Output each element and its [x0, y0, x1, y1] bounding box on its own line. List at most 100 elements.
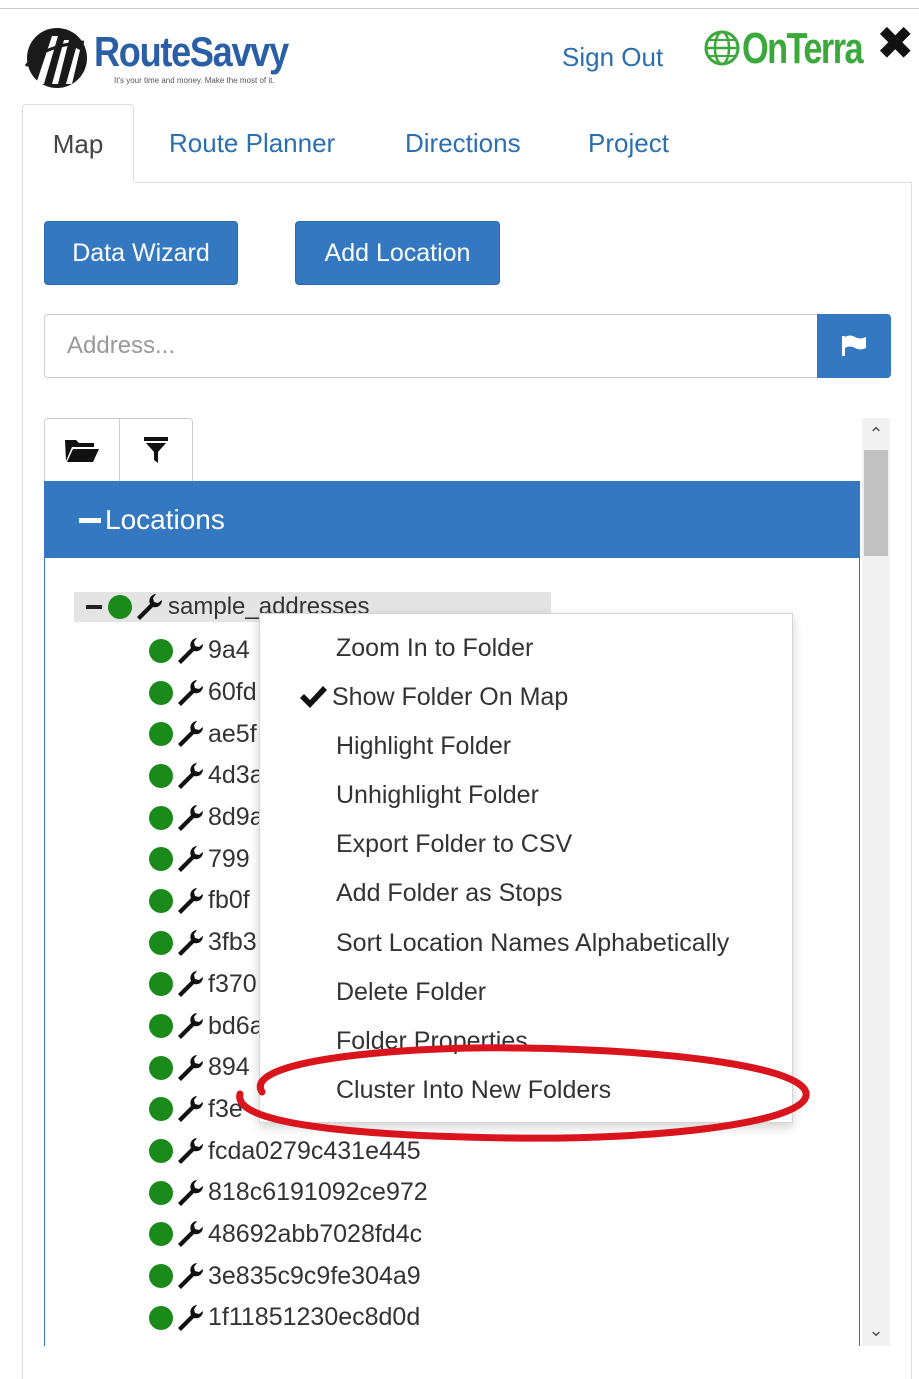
status-dot-icon	[149, 763, 173, 788]
status-dot-icon	[149, 1055, 173, 1080]
status-dot-icon	[149, 1139, 173, 1164]
routesavvy-logo-icon	[24, 28, 87, 88]
scrollbar[interactable]: ⌃ ⌄	[862, 418, 890, 1346]
close-icon[interactable]: ✖	[876, 20, 915, 66]
open-folder-button[interactable]	[45, 419, 119, 481]
menu-item-highlight-folder[interactable]: Highlight Folder	[260, 722, 792, 771]
status-dot-icon	[108, 595, 132, 619]
wrench-icon[interactable]	[175, 1136, 205, 1166]
status-dot-icon	[149, 1222, 173, 1247]
locations-title: Locations	[105, 504, 225, 535]
address-input[interactable]	[44, 314, 818, 378]
wrench-icon[interactable]	[175, 719, 205, 749]
filter-icon	[143, 437, 168, 463]
tab-project[interactable]: Project	[588, 104, 669, 183]
globe-icon	[704, 30, 740, 66]
menu-item-label: Cluster Into New Folders	[336, 1076, 612, 1104]
wrench-icon[interactable]	[175, 886, 205, 916]
menu-item-delete-folder[interactable]: Delete Folder	[260, 968, 792, 1017]
wrench-icon[interactable]	[175, 1053, 205, 1083]
menu-item-label: Add Folder as Stops	[336, 879, 563, 907]
location-name: 60fd	[208, 678, 257, 707]
menu-item-export-folder-to-csv[interactable]: Export Folder to CSV	[260, 820, 792, 869]
check-icon	[300, 686, 327, 708]
menu-item-unhighlight-folder[interactable]: Unhighlight Folder	[260, 771, 792, 820]
locations-header[interactable]: Locations	[45, 482, 859, 558]
location-name: 3fb3	[208, 928, 257, 957]
location-name: 3e835c9c9fe304a9	[208, 1261, 421, 1290]
location-name: 9a4	[208, 636, 250, 665]
location-name: 48692abb7028fd4c	[208, 1219, 423, 1248]
logo-name: RouteSavvy	[94, 28, 289, 75]
menu-item-label: Folder Properties	[336, 1027, 528, 1055]
chevron-down-icon[interactable]: ⌄	[862, 1316, 890, 1344]
wrench-icon[interactable]	[175, 1261, 205, 1291]
wrench-icon[interactable]	[175, 844, 205, 874]
wrench-icon[interactable]	[175, 1303, 205, 1333]
location-name: fb0f	[208, 886, 250, 915]
location-name: 818c6191092ce972	[208, 1178, 428, 1207]
menu-item-label: Export Folder to CSV	[336, 830, 573, 858]
wrench-icon[interactable]	[175, 928, 205, 958]
location-name: f370	[208, 969, 257, 998]
collapse-folder-icon[interactable]	[86, 605, 102, 609]
data-wizard-button[interactable]: Data Wizard	[44, 221, 238, 285]
location-name: ae5f	[208, 719, 257, 748]
status-dot-icon	[149, 638, 173, 663]
menu-item-show-folder-on-map[interactable]: Show Folder On Map	[260, 673, 792, 722]
wrench-icon[interactable]	[134, 592, 164, 622]
menu-item-zoom-in-to-folder[interactable]: Zoom In to Folder	[260, 624, 792, 673]
collapse-icon	[79, 517, 101, 523]
wrench-icon[interactable]	[175, 1219, 205, 1249]
status-dot-icon	[149, 1264, 173, 1289]
menu-item-label: Highlight Folder	[336, 732, 512, 760]
menu-item-label: Show Folder On Map	[332, 683, 569, 711]
location-name: 894	[208, 1053, 250, 1082]
status-dot-icon	[149, 1097, 173, 1122]
status-dot-icon	[149, 888, 173, 913]
flag-icon	[842, 335, 866, 356]
sign-out-link[interactable]: Sign Out	[562, 42, 663, 73]
tab-map[interactable]: Map	[22, 104, 134, 183]
wrench-icon[interactable]	[175, 636, 205, 666]
menu-item-label: Sort Location Names Alphabetically	[336, 929, 730, 957]
top-divider	[0, 8, 919, 9]
scroll-thumb[interactable]	[864, 450, 888, 556]
onterra-logo: OnTerra	[700, 24, 864, 76]
location-name: 4d3a	[208, 761, 264, 790]
add-location-button[interactable]: Add Location	[295, 221, 500, 285]
menu-item-cluster-into-new-folders[interactable]: Cluster Into New Folders	[260, 1066, 792, 1115]
list-item[interactable]: 48692abb7028fd4c	[149, 1214, 749, 1256]
menu-item-folder-properties[interactable]: Folder Properties	[260, 1017, 792, 1066]
menu-item-label: Delete Folder	[336, 978, 487, 1006]
tab-route-planner[interactable]: Route Planner	[169, 104, 335, 183]
geocode-button[interactable]	[817, 314, 891, 378]
list-item[interactable]: 818c6191092ce972	[149, 1172, 749, 1214]
list-item[interactable]: 3e835c9c9fe304a9	[149, 1255, 749, 1297]
list-item[interactable]: fcda0279c431e445	[149, 1130, 749, 1172]
wrench-icon[interactable]	[175, 969, 205, 999]
chevron-up-icon[interactable]: ⌃	[862, 420, 890, 448]
routesavvy-logo: RouteSavvy It's your time and money. Mak…	[22, 24, 312, 94]
filter-button[interactable]	[118, 419, 193, 481]
menu-item-add-folder-as-stops[interactable]: Add Folder as Stops	[260, 869, 792, 918]
wrench-icon[interactable]	[175, 761, 205, 791]
location-name: bd6a	[208, 1011, 264, 1040]
status-dot-icon	[149, 805, 173, 830]
menu-item-label: Zoom In to Folder	[336, 634, 534, 662]
location-name: 1f11851230ec8d0d	[208, 1303, 421, 1332]
wrench-icon[interactable]	[175, 1094, 205, 1124]
menu-item-sort-location-names[interactable]: Sort Location Names Alphabetically	[260, 919, 792, 968]
status-dot-icon	[149, 722, 173, 747]
list-item[interactable]: 1f11851230ec8d0d	[149, 1297, 749, 1339]
location-name: 799	[208, 844, 250, 873]
folder-open-icon	[64, 440, 99, 462]
status-dot-icon	[149, 1014, 173, 1039]
status-dot-icon	[149, 930, 173, 955]
wrench-icon[interactable]	[175, 678, 205, 708]
tab-directions[interactable]: Directions	[405, 104, 521, 183]
wrench-icon[interactable]	[175, 1178, 205, 1208]
wrench-icon[interactable]	[175, 803, 205, 833]
wrench-icon[interactable]	[175, 1011, 205, 1041]
logo-tagline: It's your time and money. Make the most …	[114, 76, 275, 85]
